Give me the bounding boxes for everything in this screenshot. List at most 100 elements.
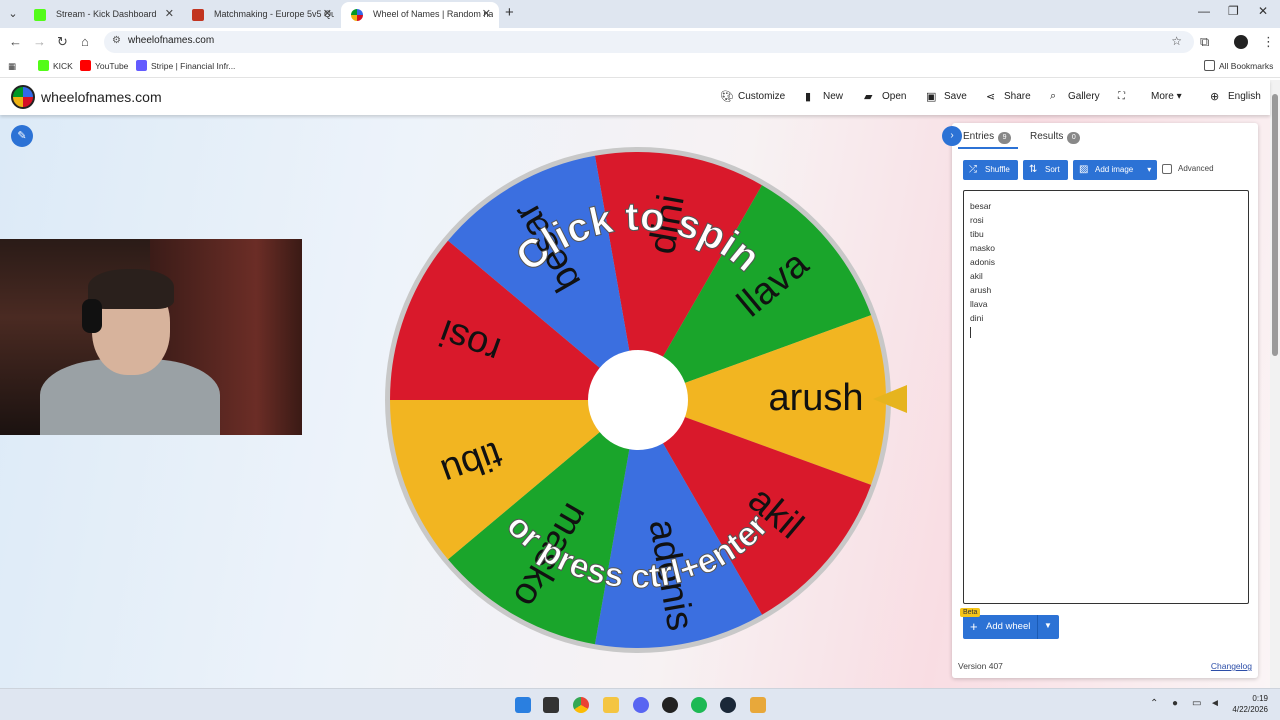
sort-button[interactable]: ⇅ Sort [1023, 160, 1068, 180]
customize-button[interactable]: 🎨︎ Customize [720, 91, 786, 103]
home-icon[interactable]: ⌂ [81, 34, 89, 49]
entries-textarea[interactable]: besar rosi tibu masko adonis akil arush … [963, 190, 1249, 604]
globe-icon: ⊕ [1210, 91, 1220, 103]
scrollbar-thumb[interactable] [1272, 94, 1278, 356]
changelog-link[interactable]: Changelog [1211, 661, 1252, 671]
chevron-down-icon: ▾ [1176, 91, 1182, 102]
language-button[interactable]: ⊕ English [1210, 91, 1261, 103]
folder-icon [1204, 60, 1215, 71]
discord-icon[interactable] [633, 697, 649, 713]
windows-start-icon[interactable] [515, 697, 531, 713]
restore-icon[interactable]: ❐ [1228, 4, 1239, 18]
add-image-button[interactable]: ▨ Add image ▾ [1073, 160, 1158, 180]
back-arrow-icon[interactable]: ← [9, 34, 22, 49]
close-icon[interactable]: ✕ [165, 2, 174, 26]
tray-expand-icon[interactable]: ⌃ [1150, 698, 1158, 709]
add-wheel-button[interactable]: + Add wheel ▼ [963, 615, 1059, 639]
obs-icon[interactable] [662, 697, 678, 713]
tab-kick-dashboard[interactable]: Stream - Kick Dashboard ✕ [24, 2, 182, 28]
bookmarks-bar: ▦ KICK YouTube Stripe | Financial Infr..… [0, 56, 1280, 78]
bookmark-kick[interactable]: KICK [38, 60, 73, 71]
microphone-icon[interactable]: ● [1172, 698, 1178, 709]
chevron-down-icon[interactable]: ▾ [1147, 160, 1151, 180]
minimize-icon[interactable]: — [1198, 4, 1210, 18]
new-button[interactable]: ▮ New [805, 91, 844, 103]
wheel-svg[interactable]: dinillavaarushakiladonismaskotiburosibes… [385, 147, 891, 653]
reload-icon[interactable]: ↻ [57, 34, 68, 50]
collapse-panel-chevron-icon[interactable]: › [942, 126, 962, 146]
new-tab-plus-icon[interactable]: + [505, 4, 514, 21]
add-image-label: Add image [1095, 165, 1134, 174]
wheel-segment-label: arush [768, 377, 863, 419]
text-caret [970, 327, 971, 338]
app-name[interactable]: wheelofnames.com [41, 89, 162, 105]
volume-icon[interactable]: ◄ [1210, 698, 1220, 709]
file-explorer-icon[interactable] [603, 697, 619, 713]
advanced-label[interactable]: Advanced [1178, 164, 1214, 173]
version-text: Version 407 [958, 661, 1003, 671]
tab-title: Stream - Kick Dashboard [56, 9, 157, 19]
fullscreen-button[interactable]: ⛶ [1118, 91, 1125, 102]
wheel-logo-icon[interactable] [11, 85, 35, 109]
app-header: wheelofnames.com 🎨︎ Customize ▮ New ▰ Op… [0, 80, 1270, 115]
close-icon[interactable]: ✕ [323, 2, 332, 26]
kick-favicon-icon [34, 9, 46, 21]
customize-label: Customize [738, 91, 786, 102]
open-button[interactable]: ▰ Open [864, 91, 907, 103]
bookmark-youtube[interactable]: YouTube [80, 60, 128, 71]
page-scrollbar[interactable] [1270, 80, 1280, 688]
chrome-icon[interactable] [573, 697, 589, 713]
bookmark-stripe[interactable]: Stripe | Financial Infr... [136, 60, 235, 71]
address-bar[interactable]: ⚙ wheelofnames.com ☆ [104, 31, 1194, 53]
more-button[interactable]: More ▾ [1151, 91, 1182, 102]
plus-icon: + [970, 619, 978, 634]
steam-icon[interactable] [720, 697, 736, 713]
save-label: Save [944, 91, 967, 102]
apps-grid-icon[interactable]: ▦ [8, 61, 16, 72]
tab-search-icon[interactable]: ⌄ [4, 5, 22, 23]
entry-line: rosi [970, 215, 984, 225]
spotify-icon[interactable] [691, 697, 707, 713]
entries-panel: Entries 9 Results 0 ⤮ Shuffle ⇅ Sort ▨ Add… [952, 123, 1258, 678]
close-icon[interactable]: ✕ [482, 2, 491, 26]
entry-line: tibu [970, 229, 984, 239]
network-icon[interactable]: ▭ [1192, 698, 1201, 709]
entry-line: adonis [970, 257, 996, 267]
spin-wheel[interactable]: dini llava arush akil adonis masko tibu rosi bes… [385, 147, 891, 653]
tab-matchmaking[interactable]: Matchmaking - Europe 5v5 Qu ✕ [182, 2, 340, 28]
forward-arrow-icon[interactable]: → [33, 34, 46, 49]
gallery-button[interactable]: ⌕ Gallery [1050, 90, 1100, 102]
site-info-icon[interactable]: ⚙ [112, 35, 121, 46]
entry-line: llava [970, 299, 988, 309]
open-label: Open [882, 91, 907, 102]
wheel-center[interactable] [588, 350, 688, 450]
tab-wheel-of-names[interactable]: Wheel of Names | Random nan ✕ [341, 2, 499, 28]
tab-title: Matchmaking - Europe 5v5 Qu [214, 9, 334, 19]
advanced-checkbox[interactable] [1162, 164, 1172, 174]
new-label: New [823, 91, 844, 102]
all-bookmarks[interactable]: All Bookmarks [1204, 60, 1273, 71]
share-icon: ⋖ [986, 91, 996, 103]
tab-entries[interactable]: Entries 9 [963, 131, 1012, 144]
tab-results[interactable]: Results 0 [1030, 131, 1081, 144]
image-icon: ▨ [1079, 164, 1089, 175]
edit-pencil-icon[interactable]: ✎ [11, 125, 33, 147]
game-app-icon[interactable] [750, 697, 766, 713]
wheel-favicon-icon [351, 9, 363, 21]
gallery-label: Gallery [1068, 91, 1100, 102]
save-button[interactable]: ▣ Save [926, 91, 967, 103]
window-close-icon[interactable]: ✕ [1258, 4, 1268, 18]
entry-line: arush [970, 285, 992, 295]
shuffle-button[interactable]: ⤮ Shuffle [963, 160, 1018, 180]
share-button[interactable]: ⋖ Share [986, 91, 1031, 103]
search-icon: ⌕ [1050, 90, 1057, 102]
task-view-icon[interactable] [543, 697, 559, 713]
chevron-down-icon[interactable]: ▼ [1044, 621, 1052, 630]
extensions-icon[interactable]: ⧉ [1200, 34, 1209, 50]
profile-avatar[interactable] [1234, 35, 1248, 49]
kebab-menu-icon[interactable]: ⋮ [1262, 34, 1275, 50]
bookmark-star-icon[interactable]: ☆ [1171, 34, 1182, 48]
file-icon: ▮ [805, 91, 812, 103]
folder-open-icon: ▰ [864, 91, 873, 103]
system-clock[interactable]: 0:19 4/22/2026 [1226, 693, 1268, 715]
